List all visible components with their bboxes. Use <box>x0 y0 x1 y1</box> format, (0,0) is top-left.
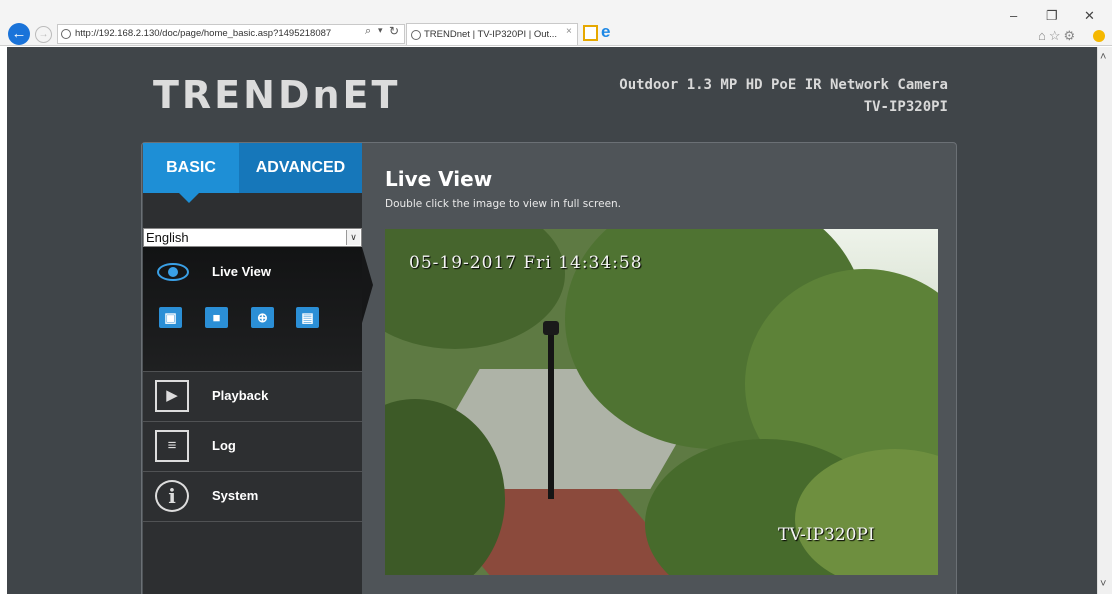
address-bar[interactable]: http://192.168.2.130/doc/page/home_basic… <box>57 24 405 44</box>
page-viewport: TRENDnET Outdoor 1.3 MP HD PoE IR Networ… <box>7 47 1097 594</box>
feedback-smiley-icon[interactable] <box>1093 30 1105 42</box>
close-window-button[interactable]: ✕ <box>1084 8 1095 24</box>
video-timestamp: 05-19-2017 Fri 14:34:58 <box>409 253 643 273</box>
sidebar-item-playback[interactable]: ▶ Playback <box>143 371 362 421</box>
scroll-down-icon[interactable]: ˅ <box>1100 578 1106 590</box>
video-tree-foliage <box>385 229 565 349</box>
tab-close-icon[interactable]: × <box>566 26 572 37</box>
log-icon: ≡ <box>155 430 189 462</box>
sidebar-item-log[interactable]: ≡ Log <box>143 421 362 471</box>
new-tab-icon[interactable] <box>583 25 598 41</box>
sidebar-divider <box>143 521 362 522</box>
video-camera-name: TV-IP320PI <box>778 525 875 545</box>
browser-chrome: ← → http://192.168.2.130/doc/page/home_b… <box>0 0 1112 46</box>
video-lamp-head <box>543 321 559 335</box>
browser-tab[interactable]: TRENDnet | TV-IP320PI | Out... <box>406 23 578 45</box>
scroll-up-icon[interactable]: ˄ <box>1100 51 1106 63</box>
language-select[interactable]: English ∨ <box>143 228 362 247</box>
address-url: http://192.168.2.130/doc/page/home_basic… <box>75 28 332 39</box>
active-tab-pointer <box>179 193 199 203</box>
camera-model-number: TV-IP320PI <box>863 99 948 115</box>
live-video-feed[interactable]: 05-19-2017 Fri 14:34:58 TV-IP320PI <box>385 229 938 575</box>
ie-logo-icon: e <box>601 22 611 41</box>
search-icon[interactable]: ⌕ <box>365 25 371 38</box>
page-subtitle: Double click the image to view in full s… <box>385 198 622 210</box>
camera-snapshot-icon[interactable]: ▣ <box>159 307 182 328</box>
toolbar-icons[interactable]: ⌂☆⚙ <box>1038 28 1078 44</box>
camera-model-description: Outdoor 1.3 MP HD PoE IR Network Camera <box>619 77 948 93</box>
tab-advanced[interactable]: ADVANCED <box>239 143 362 193</box>
site-favicon-icon <box>61 29 71 39</box>
info-icon: i <box>155 480 189 512</box>
video-record-icon[interactable]: ■ <box>205 307 228 328</box>
tab-basic[interactable]: BASIC <box>143 143 239 193</box>
sidebar-item-label-log: Log <box>212 438 236 453</box>
address-dropdown-icon[interactable]: ▾ <box>378 25 383 36</box>
sidebar-item-label-playback: Playback <box>212 388 269 403</box>
chevron-down-icon[interactable]: ∨ <box>346 230 360 245</box>
vertical-scrollbar[interactable]: ˄ ˅ <box>1097 47 1112 594</box>
page-title: Live View <box>385 167 493 191</box>
restore-button[interactable]: ❐ <box>1046 8 1058 24</box>
refresh-icon[interactable]: ↻ <box>389 24 399 38</box>
back-button[interactable]: ← <box>8 23 30 45</box>
forward-button[interactable]: → <box>35 26 52 43</box>
tab-favicon-icon <box>411 30 421 40</box>
trendnet-logo: TRENDnET <box>153 73 401 117</box>
tab-title: TRENDnet | TV-IP320PI | Out... <box>424 29 558 40</box>
minimize-button[interactable]: – <box>1010 8 1017 23</box>
video-lamp-post <box>548 329 554 499</box>
sidebar-item-label-live-view: Live View <box>212 264 272 279</box>
playback-icon: ▶ <box>155 380 189 412</box>
sidebar-item-label-system: System <box>212 488 259 503</box>
active-menu-pointer <box>362 247 373 323</box>
zoom-icon[interactable]: ⊕ <box>251 307 274 328</box>
film-icon[interactable]: ▤ <box>296 307 319 328</box>
sidebar-item-system[interactable]: i System <box>143 471 362 521</box>
language-selected-value: English <box>146 230 189 245</box>
eye-icon <box>157 263 189 281</box>
